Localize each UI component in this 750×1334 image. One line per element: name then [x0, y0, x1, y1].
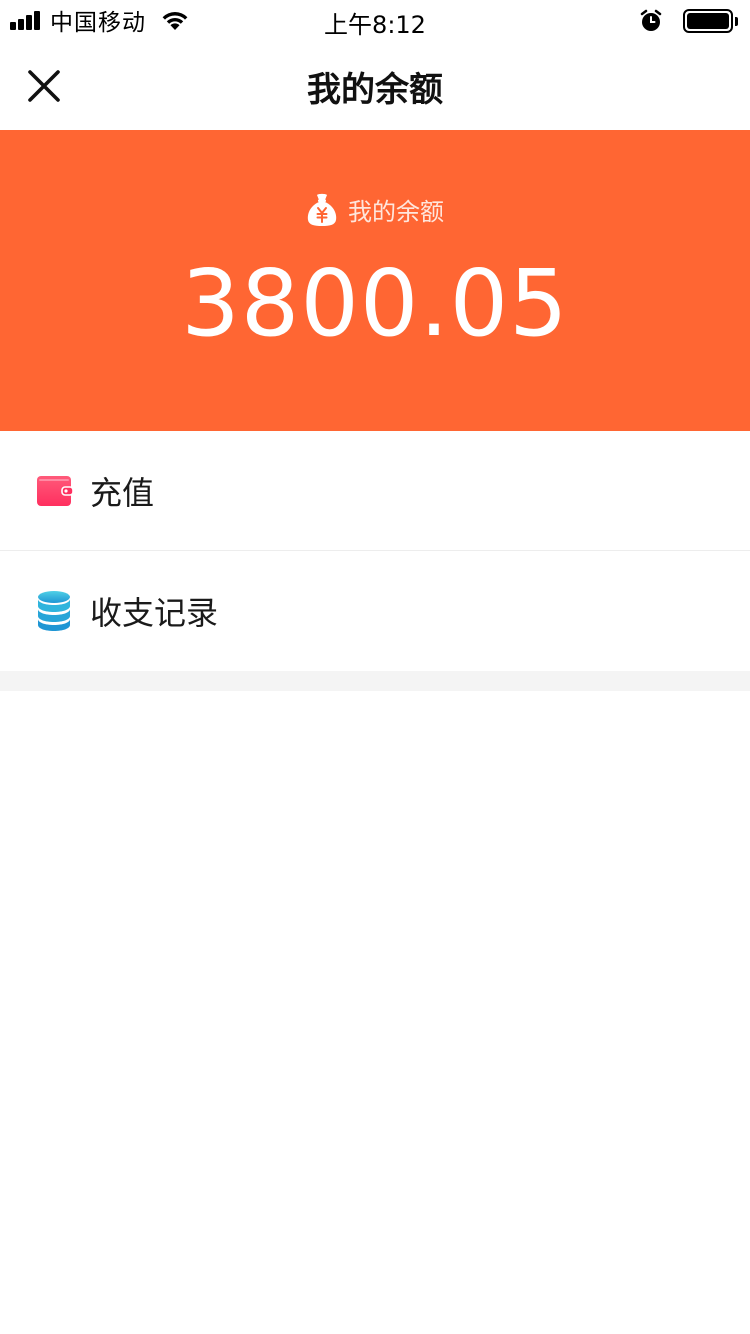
balance-label: 我的余额 — [348, 198, 444, 226]
balance-page: 中国移动 上午8:12 我的余额 我的余额 3800.05 充值 收支记录 — [0, 0, 750, 1334]
coin-stack-icon — [36, 590, 74, 632]
section-divider — [0, 671, 750, 691]
status-right — [639, 7, 738, 35]
nav-bar: 我的余额 — [0, 40, 750, 130]
balance-amount: 3800.05 — [181, 250, 569, 357]
recharge-item[interactable]: 充值 — [0, 431, 750, 551]
page-title: 我的余额 — [307, 70, 443, 110]
money-bag-icon — [306, 193, 338, 227]
battery-icon — [683, 9, 733, 33]
transaction-records-item[interactable]: 收支记录 — [0, 551, 750, 671]
battery-cap — [735, 16, 738, 26]
status-time: 上午8:12 — [324, 11, 426, 39]
balance-label-row: 我的余额 — [0, 192, 750, 227]
status-bar: 中国移动 上午8:12 — [0, 0, 750, 40]
alarm-icon — [639, 9, 663, 33]
wallet-icon — [36, 470, 74, 512]
transaction-records-label: 收支记录 — [90, 594, 219, 632]
recharge-label: 充值 — [90, 473, 155, 512]
balance-banner: 我的余额 3800.05 — [0, 130, 750, 431]
